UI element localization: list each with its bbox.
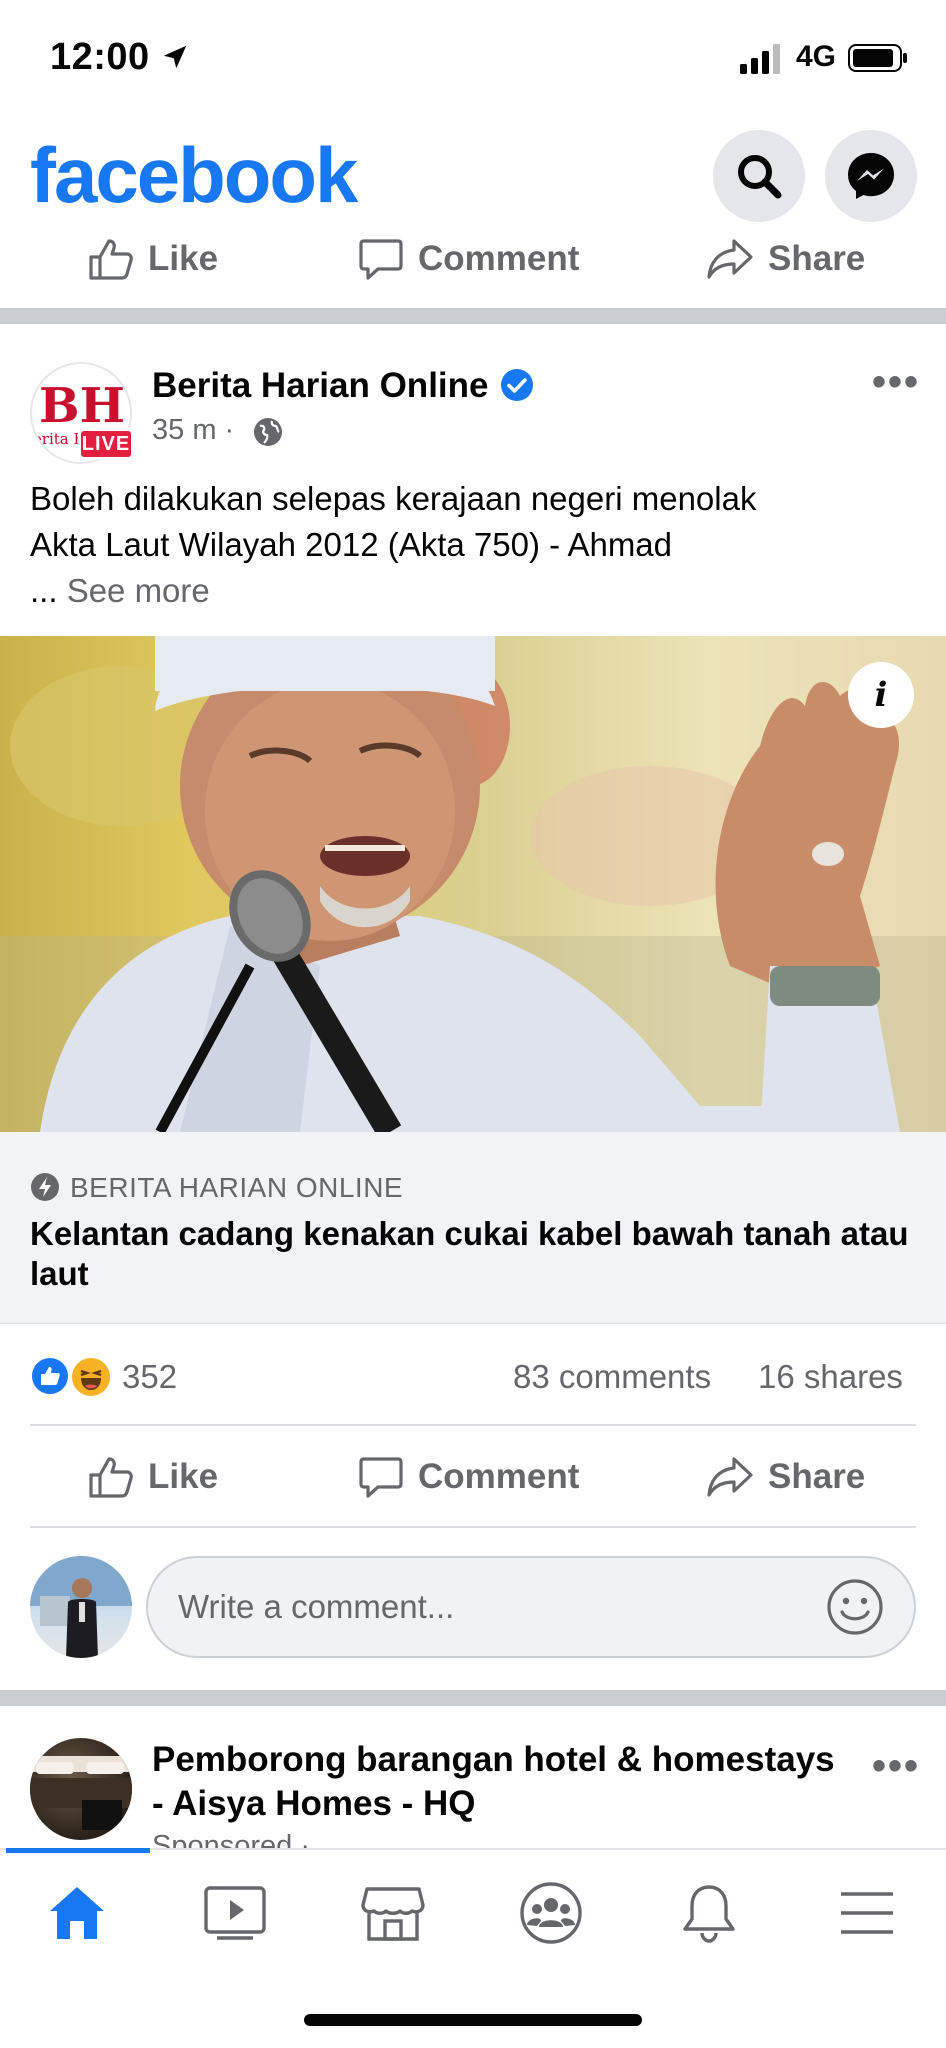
menu-icon — [841, 1892, 893, 1934]
search-icon — [738, 155, 782, 199]
comment-count[interactable]: 83 comments — [513, 1358, 711, 1396]
watch-icon — [204, 1886, 266, 1940]
share-label: Share — [768, 1457, 866, 1496]
haha-reaction-icon[interactable] — [70, 1356, 112, 1398]
globe-icon — [254, 418, 282, 446]
share-count[interactable]: 16 shares — [758, 1358, 903, 1396]
comment-icon — [359, 239, 403, 280]
post-separator — [0, 308, 946, 324]
post-options-button[interactable]: ••• — [872, 1744, 920, 1789]
battery-icon — [848, 44, 907, 72]
post-separator — [0, 1690, 946, 1706]
sponsor-avatar[interactable] — [30, 1738, 132, 1840]
actions-divider — [30, 1526, 916, 1528]
share-icon — [707, 239, 753, 279]
like-button[interactable]: Like — [88, 1455, 218, 1499]
post-photo[interactable] — [0, 636, 946, 1132]
like-icon — [89, 239, 133, 280]
network-type: 4G — [796, 40, 837, 73]
post-text-line: Boleh dilakukan selepas kerajaan negeri … — [30, 480, 757, 517]
like-button[interactable]: Like — [88, 237, 218, 281]
share-button[interactable]: Share — [706, 237, 865, 281]
active-tab-indicator — [6, 1848, 150, 1853]
like-icon — [89, 1457, 133, 1498]
facebook-logo[interactable]: facebook — [30, 130, 358, 221]
home-indicator[interactable] — [304, 2014, 642, 2026]
groups-icon — [520, 1882, 582, 1944]
info-button[interactable]: i — [848, 662, 914, 728]
link-source: BERITA HARIAN ONLINE — [70, 1172, 404, 1203]
messenger-button[interactable] — [825, 130, 917, 222]
see-more-row[interactable]: ... See more — [30, 568, 910, 614]
tab-notifications[interactable] — [674, 1878, 744, 1948]
see-more-link[interactable]: See more — [67, 572, 210, 609]
comment-input[interactable]: Write a comment... — [146, 1556, 916, 1658]
post-actions: Like Comment Share — [30, 1432, 916, 1522]
tab-home[interactable] — [42, 1878, 112, 1948]
tab-menu[interactable] — [832, 1878, 902, 1948]
comment-label: Comment — [418, 239, 580, 278]
share-button[interactable]: Share — [706, 1455, 865, 1499]
tab-groups[interactable] — [516, 1878, 586, 1948]
instant-article-bolt-icon — [31, 1173, 59, 1201]
svg-text:BH: BH — [39, 378, 125, 434]
share-icon — [707, 1457, 753, 1497]
post-options-button[interactable]: ••• — [872, 360, 920, 405]
messenger-icon — [848, 153, 894, 199]
user-avatar[interactable] — [30, 1556, 132, 1658]
signal-strength-icon — [740, 44, 780, 74]
post-text-line: Akta Laut Wilayah 2012 (Akta 750) - Ahma… — [30, 526, 673, 563]
page-name[interactable]: Berita Harian Online — [152, 366, 488, 406]
status-time: 12:00 — [50, 36, 150, 78]
notifications-icon — [683, 1885, 735, 1943]
search-button[interactable] — [713, 130, 805, 222]
comment-placeholder: Write a comment... — [178, 1588, 455, 1625]
comment-button[interactable]: Comment — [358, 1455, 579, 1499]
comment-button[interactable]: Comment — [358, 237, 579, 281]
status-bar: 12:00 4G — [0, 0, 946, 120]
reactions-divider — [30, 1424, 916, 1426]
like-label: Like — [148, 1457, 219, 1496]
sponsor-page-name[interactable]: Pemborong barangan hotel & homestays - A… — [152, 1738, 852, 1826]
post-text: Boleh dilakukan selepas kerajaan negeri … — [30, 476, 910, 614]
comment-label: Comment — [418, 1457, 580, 1496]
verified-badge-icon — [501, 369, 533, 401]
comment-icon — [359, 1457, 403, 1498]
location-arrow-icon — [163, 45, 187, 69]
sponsor-photo — [30, 1756, 132, 1830]
live-badge: LIVE — [78, 428, 134, 460]
tab-watch[interactable] — [200, 1878, 270, 1948]
reaction-count[interactable]: 352 — [122, 1358, 177, 1396]
link-title[interactable]: Kelantan cadang kenakan cukai kabel bawa… — [30, 1214, 910, 1294]
user-photo — [30, 1556, 132, 1658]
emoji-picker-icon[interactable] — [826, 1578, 884, 1636]
speaker-photo — [0, 636, 946, 1132]
like-reaction-icon[interactable] — [30, 1356, 70, 1396]
home-icon — [50, 1887, 104, 1939]
share-label: Share — [768, 239, 866, 278]
previous-post-actions: Like Comment Share — [30, 214, 916, 304]
marketplace-icon — [361, 1887, 425, 1941]
like-label: Like — [148, 239, 219, 278]
tab-marketplace[interactable] — [358, 1878, 428, 1948]
post-timestamp[interactable]: 35 m · — [152, 414, 234, 447]
